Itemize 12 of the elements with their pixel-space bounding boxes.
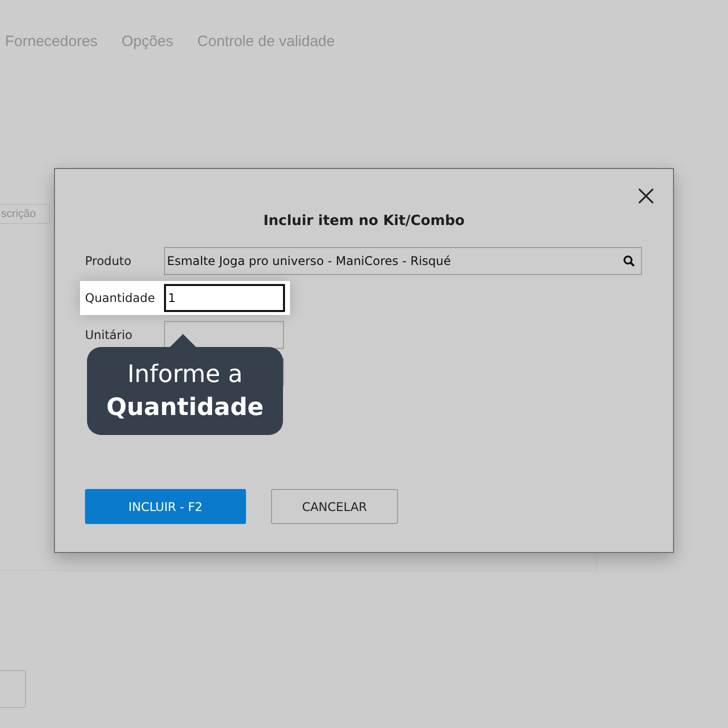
field-label: Quantidade [85,291,156,305]
product-field[interactable]: Esmalte Joga pro universo - ManiCores - Risqué [164,247,642,275]
include-button[interactable]: INCLUIR - F2 [85,489,246,524]
cancel-button[interactable]: CANCELAR [271,489,398,524]
field-label: Unitário [85,328,134,342]
tooltip-text: Informe a Quantidade [105,359,265,423]
input-field[interactable]: 1 [164,284,285,312]
background-box [0,670,26,708]
search-icon [623,255,635,267]
field-label: Produto [85,254,132,268]
close-icon[interactable] [637,187,655,205]
dialog-title: Incluir item no Kit/Combo [262,213,466,231]
